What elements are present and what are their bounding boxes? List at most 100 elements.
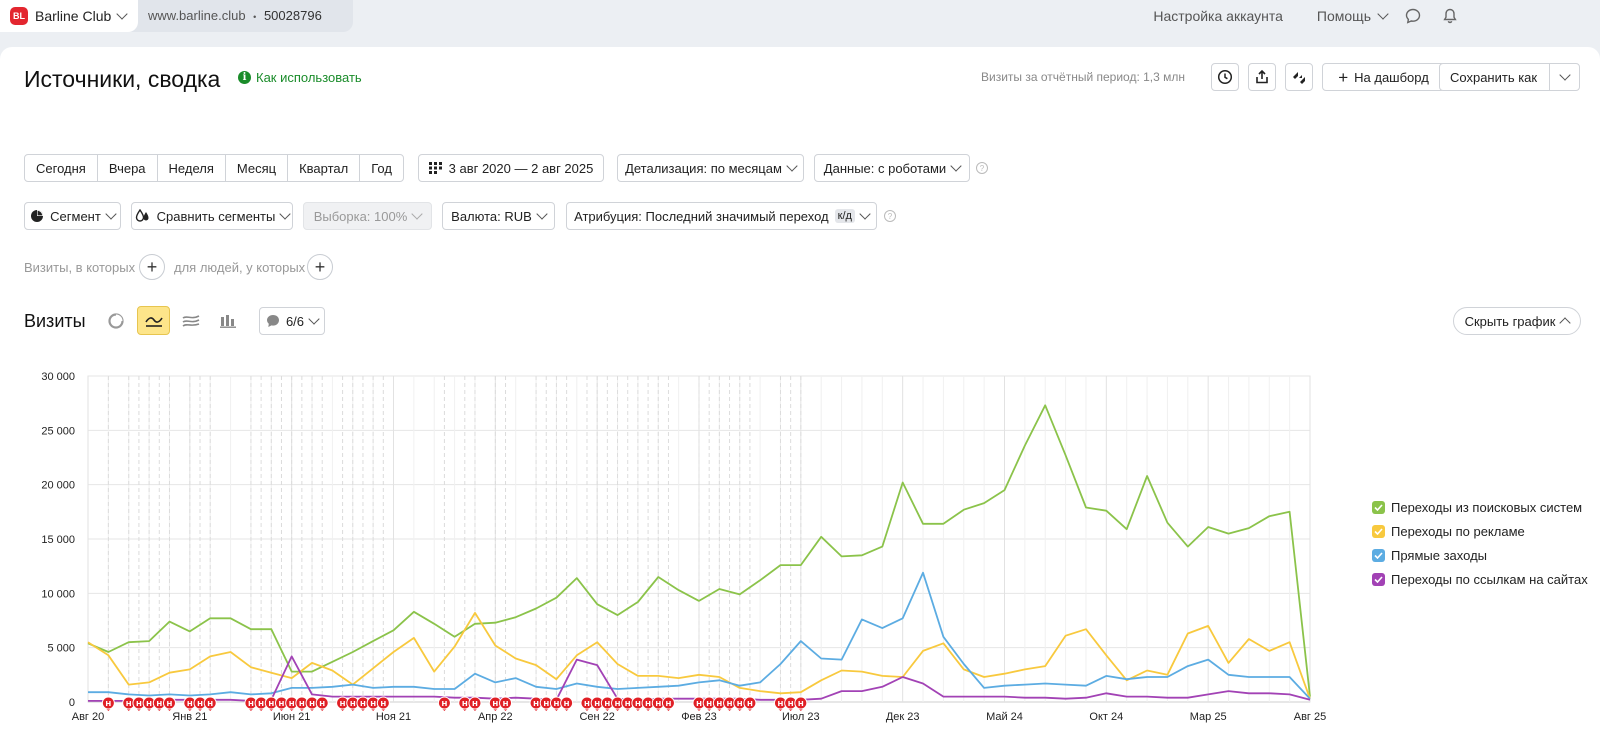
info-icon: i [238, 71, 251, 84]
chat-icon[interactable] [1405, 8, 1421, 24]
to-dashboard-label: На дашборд [1354, 69, 1429, 85]
legend-item[interactable]: Переходы по ссылкам на сайтах [1372, 567, 1588, 591]
calendar-icon [428, 162, 443, 174]
save-as-button[interactable]: Сохранить как [1439, 63, 1580, 91]
account-settings-link[interactable]: Настройка аккаунта [1153, 8, 1283, 24]
hide-chart-label: Скрыть график [1464, 313, 1556, 329]
area-view-button[interactable] [174, 306, 207, 335]
add-visit-condition-button[interactable]: + [139, 254, 165, 280]
counter-url: www.barline.club • 50028796 [148, 8, 322, 23]
date-range-button[interactable]: 3 авг 2020 — 2 авг 2025 [418, 154, 604, 182]
visits-period-summary: Визиты за отчётный период: 1,3 млн [981, 70, 1186, 84]
period-week[interactable]: Неделя [158, 155, 226, 181]
save-as-label: Сохранить как [1450, 69, 1538, 85]
how-to-use-link[interactable]: i Как использовать [238, 70, 362, 85]
separator-dot: • [253, 12, 257, 22]
chevron-down-icon [1377, 8, 1389, 20]
bell-icon[interactable] [1443, 8, 1457, 24]
chevron-down-icon [786, 160, 798, 172]
chevron-down-icon [950, 160, 962, 172]
site-name: Barline Club [35, 8, 112, 24]
data-dropdown[interactable]: Данные: с роботами [814, 154, 970, 182]
chevron-down-icon [411, 208, 423, 220]
chevron-up-icon [1559, 316, 1572, 329]
options-button[interactable] [1285, 63, 1313, 91]
legend-label: Переходы по рекламе [1391, 523, 1525, 539]
comment-icon [266, 314, 280, 328]
report-panel: Источники, сводка i Как использовать Виз… [0, 47, 1600, 740]
page-title: Источники, сводка [24, 66, 221, 92]
period-month[interactable]: Месяц [226, 155, 289, 181]
help-menu[interactable]: Помощь [1316, 8, 1389, 24]
chart-title: Визиты [24, 311, 86, 331]
checkbox-icon[interactable] [1372, 572, 1385, 586]
legend-label: Прямые заходы [1391, 547, 1488, 563]
checkbox-icon[interactable] [1372, 548, 1385, 562]
chevron-down-icon [105, 208, 117, 220]
pie-chart-icon [107, 312, 124, 329]
legend-label: Переходы по ссылкам на сайтах [1391, 571, 1588, 587]
chevron-down-icon [859, 208, 871, 220]
site-url: www.barline.club [148, 8, 246, 23]
segment-label: Сегмент [50, 208, 101, 224]
detail-label: Детализация: по месяцам [625, 160, 782, 176]
pie-chart-icon [30, 209, 44, 223]
share-icon [1254, 69, 1270, 85]
period-yesterday[interactable]: Вчера [98, 155, 158, 181]
period-today[interactable]: Сегодня [25, 155, 98, 181]
people-condition-label: для людей, у которых [174, 260, 306, 275]
site-selector[interactable]: BL Barline Club [0, 0, 138, 32]
sample-dropdown: Выборка: 100% [303, 202, 432, 230]
chevron-down-icon [116, 8, 128, 20]
help-icon[interactable]: ? [976, 162, 988, 174]
legend-label: Переходы из поисковых систем [1391, 499, 1583, 515]
line-view-button[interactable] [137, 306, 170, 335]
bar-chart-icon [219, 314, 236, 328]
help-label: Помощь [1316, 8, 1371, 24]
top-right-menu: Настройка аккаунта Помощь [1153, 0, 1600, 32]
period-year[interactable]: Год [360, 155, 403, 181]
legend-item[interactable]: Переходы из поисковых систем [1372, 495, 1588, 519]
chevron-down-icon [279, 208, 291, 220]
chevron-down-icon [308, 313, 320, 325]
currency-label: Валюта: RUB [451, 208, 532, 224]
drops-icon [135, 209, 151, 223]
quote-icon [1291, 69, 1307, 85]
sample-label: Выборка: 100% [313, 208, 408, 224]
series-count-label: 6/6 [285, 313, 305, 329]
detail-dropdown[interactable]: Детализация: по месяцам [617, 154, 804, 182]
counter-id: 50028796 [263, 8, 322, 23]
period-quarter[interactable]: Квартал [288, 155, 361, 181]
add-people-condition-button[interactable]: + [307, 254, 333, 280]
data-label: Данные: с роботами [823, 160, 947, 176]
chevron-down-icon [1558, 69, 1571, 81]
checkbox-icon[interactable] [1372, 524, 1385, 538]
hide-chart-button[interactable]: Скрыть график [1453, 307, 1581, 335]
currency-dropdown[interactable]: Валюта: RUB [442, 202, 555, 230]
history-button[interactable] [1211, 63, 1239, 91]
chart-legend: Переходы из поисковых систем Переходы по… [1372, 495, 1588, 591]
period-selector: Сегодня Вчера Неделя Месяц Квартал Год [24, 154, 404, 182]
area-chart-icon [182, 314, 200, 328]
pie-view-button[interactable] [99, 306, 132, 335]
checkbox-icon[interactable] [1372, 500, 1385, 514]
annotations-dropdown[interactable]: 6/6 [259, 307, 325, 335]
visits-condition-label: Визиты, в которых [24, 260, 136, 275]
save-as-dropdown[interactable] [1549, 64, 1579, 90]
site-logo: BL [10, 7, 28, 25]
attribution-label: Атрибуция: Последний значимый переход [574, 208, 829, 224]
legend-item[interactable]: Переходы по рекламе [1372, 519, 1588, 543]
export-button[interactable] [1248, 63, 1276, 91]
to-dashboard-button[interactable]: + На дашборд [1322, 63, 1445, 91]
attribution-badge: к/д [834, 209, 855, 223]
chevron-down-icon [536, 208, 548, 220]
compare-segments-label: Сравнить сегменты [156, 208, 276, 224]
compare-segments-dropdown[interactable]: Сравнить сегменты [131, 202, 293, 230]
counter-selector[interactable]: BL Barline Club www.barline.club • 50028… [0, 0, 353, 32]
clock-icon [1217, 69, 1233, 85]
attribution-dropdown[interactable]: Атрибуция: Последний значимый переход к/… [566, 202, 877, 230]
help-icon[interactable]: ? [884, 210, 896, 222]
segment-dropdown[interactable]: Сегмент [24, 202, 121, 230]
bar-view-button[interactable] [211, 306, 244, 335]
legend-item[interactable]: Прямые заходы [1372, 543, 1588, 567]
